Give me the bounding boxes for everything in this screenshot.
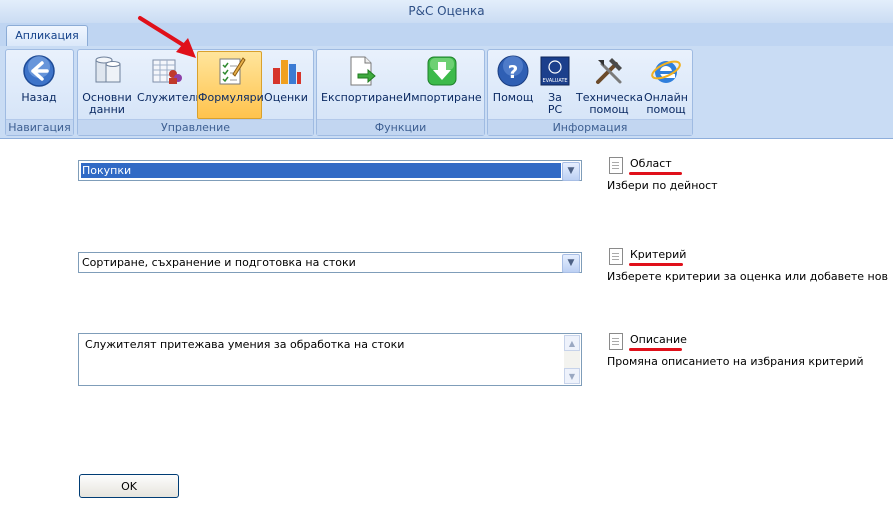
forms-icon (219, 57, 246, 85)
back-button[interactable]: Назад (14, 52, 64, 118)
group-information: ? Помощ EVALUATE За PC Техническа помощ (487, 49, 693, 136)
vertical-scrollbar[interactable]: ▲ ▼ (564, 335, 580, 384)
help-area-title: Област (630, 157, 672, 170)
help-description-desc: Промяна описанието на избрания критерий (607, 355, 864, 368)
import-icon (427, 56, 457, 86)
help-criterion-desc: Изберете критерии за оценка или добавете… (607, 270, 888, 283)
bar-chart-icon (273, 60, 301, 84)
online-help-button[interactable]: Онлайн помощ (643, 52, 689, 118)
group-functions: Експортиране Импортиране Функции (316, 49, 485, 136)
group-label-management: Управление (78, 119, 313, 135)
area-select-value: Покупки (81, 163, 561, 178)
group-label-functions: Функции (317, 119, 484, 135)
help-label: Помощ (492, 91, 534, 104)
chevron-down-icon[interactable]: ▼ (562, 162, 580, 181)
export-icon (350, 56, 376, 86)
description-textarea[interactable]: Служителят притежава умения за обработка… (78, 333, 582, 386)
form-area: Покупки ▼ Сортиране, съхранение и подгот… (0, 139, 893, 519)
criterion-select[interactable]: Сортиране, съхранение и подготовка на ст… (78, 252, 582, 273)
evaluations-label: Оценки (264, 91, 308, 104)
criterion-select-value: Сортиране, съхранение и подготовка на ст… (82, 256, 356, 269)
export-button[interactable]: Експортиране (321, 52, 403, 118)
description-text: Служителят притежава умения за обработка… (85, 338, 405, 351)
master-data-label: Основни данни (82, 91, 132, 116)
about-logo-text: EVALUATE (542, 78, 567, 84)
red-underline (629, 348, 682, 351)
group-label-information: Информация (488, 119, 692, 135)
help-icon: ? (497, 55, 529, 87)
online-help-label: Онлайн помощ (644, 91, 688, 116)
employees-label: Служители (137, 91, 203, 104)
tools-icon (596, 58, 622, 84)
area-select[interactable]: Покупки ▼ (78, 160, 582, 181)
forms-label: Формуляри (198, 91, 264, 104)
scroll-up-icon[interactable]: ▲ (564, 335, 580, 351)
help-button[interactable]: ? Помощ (491, 52, 535, 118)
red-underline (629, 172, 682, 175)
back-arrow-icon (23, 55, 55, 87)
ok-button[interactable]: OK (79, 474, 179, 498)
red-annotation-arrow (138, 16, 196, 58)
red-underline (629, 263, 683, 266)
tech-support-button[interactable]: Техническа помощ (576, 52, 644, 118)
internet-explorer-icon (651, 60, 681, 83)
export-label: Експортиране (321, 91, 403, 104)
chevron-down-icon[interactable]: ▼ (562, 254, 580, 273)
tech-support-label: Техническа помощ (576, 91, 644, 116)
scroll-down-icon[interactable]: ▼ (564, 368, 580, 384)
document-icon (609, 248, 623, 265)
group-navigation: Назад Навигация (5, 49, 74, 136)
master-data-button[interactable]: Основни данни (81, 52, 133, 118)
import-label: Импортиране (403, 91, 482, 104)
ribbon-tabstrip: Апликация (0, 23, 893, 47)
back-label: Назад (21, 91, 57, 104)
document-icon (609, 333, 623, 350)
database-icon (95, 56, 121, 83)
document-icon (609, 157, 623, 174)
help-area-desc: Избери по дейност (607, 179, 718, 192)
about-icon: EVALUATE (540, 56, 570, 86)
window-title: P&C Оценка (0, 0, 893, 23)
tab-application[interactable]: Апликация (6, 25, 88, 47)
help-criterion-title: Критерий (630, 248, 687, 261)
help-description-title: Описание (630, 333, 687, 346)
evaluations-button[interactable]: Оценки (263, 52, 309, 118)
about-button[interactable]: EVALUATE За PC (538, 52, 572, 118)
ribbon: Назад Навигация Основни данни Служители (0, 46, 893, 139)
svg-text:?: ? (508, 62, 518, 83)
about-label: За PC (547, 91, 563, 116)
import-button[interactable]: Импортиране (403, 52, 482, 118)
group-label-navigation: Навигация (6, 119, 73, 135)
